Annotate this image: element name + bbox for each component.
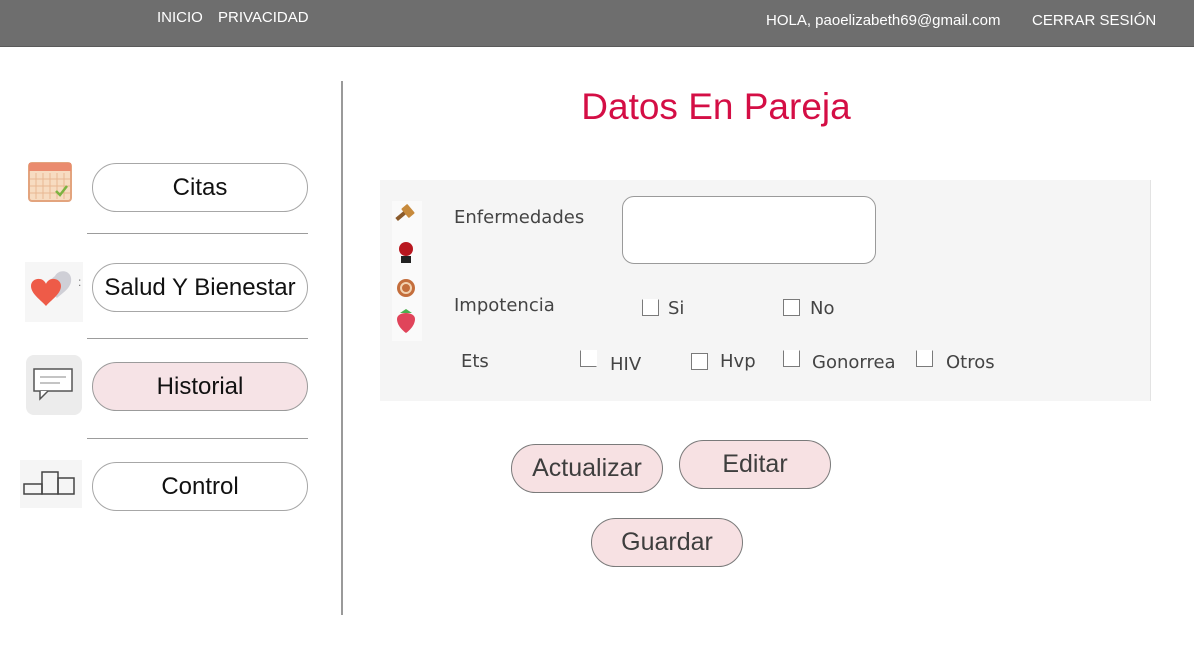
sidebar-divider <box>87 438 308 439</box>
decorative-icon-column <box>392 201 422 341</box>
impotencia-no-checkbox[interactable] <box>783 299 800 316</box>
silhouette-icon <box>399 242 413 263</box>
sidebar-item-citas[interactable]: Citas <box>92 163 308 212</box>
ets-hvp-checkbox[interactable] <box>691 353 708 370</box>
impotencia-si-label: Si <box>668 298 685 319</box>
impotencia-si-checkbox[interactable] <box>642 299 659 316</box>
swirl-icon <box>397 279 415 297</box>
ets-otros-checkbox[interactable] <box>916 350 933 367</box>
guardar-button[interactable]: Guardar <box>591 518 743 567</box>
page-title: Datos En Pareja <box>581 86 851 127</box>
ets-hiv-checkbox[interactable] <box>580 350 597 367</box>
hearts-icon: : <box>25 262 83 322</box>
ets-hvp-label: Hvp <box>720 351 756 372</box>
podium-icon <box>20 460 82 508</box>
ets-otros-label: Otros <box>946 352 995 373</box>
sidebar-divider <box>87 233 308 234</box>
sidebar-item-salud-y-bienestar[interactable]: Salud Y Bienestar <box>92 263 308 312</box>
sidebar-divider <box>87 338 308 339</box>
impotencia-no-label: No <box>810 298 835 319</box>
ets-hiv-label: HIV <box>610 354 642 375</box>
svg-text::: : <box>78 275 81 289</box>
impotencia-label: Impotencia <box>454 295 555 316</box>
sidebar-content-divider <box>341 81 343 615</box>
calendar-icon <box>28 162 72 202</box>
top-navbar: INICIO PRIVACIDAD HOLA, paoelizabeth69@g… <box>0 0 1194 47</box>
logout-link[interactable]: CERRAR SESIÓN <box>1032 12 1156 29</box>
enfermedades-label: Enfermedades <box>454 207 585 228</box>
nav-link-inicio[interactable]: INICIO <box>157 9 203 26</box>
ets-gonorrea-label: Gonorrea <box>812 352 896 373</box>
sidebar-item-historial[interactable]: Historial <box>92 362 308 411</box>
ets-gonorrea-checkbox[interactable] <box>783 350 800 367</box>
actualizar-button[interactable]: Actualizar <box>511 444 663 493</box>
editar-button[interactable]: Editar <box>679 440 831 489</box>
sidebar-item-control[interactable]: Control <box>92 462 308 511</box>
chat-bubble-icon <box>26 355 82 415</box>
user-greeting[interactable]: HOLA, paoelizabeth69@gmail.com <box>766 12 1001 29</box>
nav-link-privacidad[interactable]: PRIVACIDAD <box>218 9 309 26</box>
enfermedades-textarea[interactable] <box>622 196 876 264</box>
ets-label: Ets <box>461 351 489 372</box>
